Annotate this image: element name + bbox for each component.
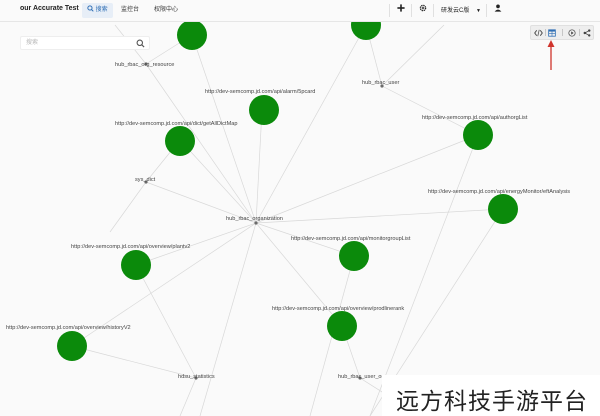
edge: [145, 63, 257, 224]
graph-search-box: [20, 36, 150, 50]
edge: [179, 377, 197, 416]
node-label: http://dev-semcomp.jd.com/api/alarm/5pca…: [205, 89, 315, 95]
edge: [255, 208, 504, 224]
play-button[interactable]: [567, 28, 576, 37]
top-nav-bar: our Accurate Test 搜索 监控台 权限中心 研发云C版 ▼: [0, 0, 600, 22]
search-icon[interactable]: [136, 39, 145, 48]
graph-node-api-dict[interactable]: [165, 126, 195, 156]
divider: [562, 29, 563, 36]
watermark: 远方科技手游平台: [382, 375, 600, 416]
user-menu-button[interactable]: [494, 4, 502, 17]
annotation-arrow: [547, 40, 555, 70]
view-table-button[interactable]: [547, 28, 556, 37]
graph-node-api-plant[interactable]: [121, 250, 151, 280]
view-code-button[interactable]: [534, 28, 543, 37]
graph-node-api-auth[interactable]: [463, 120, 493, 150]
graph-node-api-alarm[interactable]: [249, 95, 279, 125]
node-label: http://dev-semcomp.jd.com/api/overview/h…: [6, 325, 131, 331]
divider: [545, 29, 546, 36]
edge: [135, 264, 197, 379]
node-label: http://dev-semcomp.jd.com/api/overview/p…: [272, 306, 404, 312]
plus-icon: [397, 4, 405, 12]
app-title: our Accurate Test: [20, 5, 79, 12]
user-icon: [494, 4, 502, 12]
edge: [199, 222, 257, 416]
graph-node-api[interactable]: [177, 22, 207, 50]
edge: [255, 24, 367, 224]
tab-search[interactable]: 搜索: [82, 3, 113, 18]
edge: [109, 181, 147, 233]
tenant-label: 研发云C版: [441, 8, 470, 14]
graph-node-api-energy[interactable]: [488, 194, 518, 224]
share-icon: [583, 28, 590, 37]
table-icon: [547, 28, 556, 37]
search-input[interactable]: [26, 38, 131, 48]
code-icon: [534, 29, 543, 36]
edge: [191, 34, 257, 224]
graph-node-api-history[interactable]: [57, 331, 87, 361]
play-icon: [567, 28, 576, 37]
node-label: hdsu_statistics: [178, 374, 215, 380]
add-button[interactable]: [397, 4, 405, 17]
node-label: hub_rbac_user: [362, 80, 399, 86]
gear-icon: [419, 4, 427, 12]
edge: [255, 109, 263, 224]
node-label: hub_rbac_org_resource: [115, 62, 174, 68]
edges: [71, 24, 504, 416]
divider: [579, 29, 580, 36]
edge: [179, 139, 257, 224]
graph-node-api-prod[interactable]: [327, 311, 357, 341]
node-label: http://dev-semcomp.jd.com/api/energyMoni…: [428, 189, 570, 195]
graph-svg[interactable]: hub_rbac_org_resource hub_rbac_user http…: [0, 22, 600, 416]
node-label: hub_rbac_user_org: [338, 374, 387, 380]
graph-toolbar: [530, 25, 594, 40]
edge: [381, 24, 445, 87]
node-label: http://dev-semcomp.jd.com/api/monitorgro…: [291, 236, 411, 242]
tab-permissions-label: 权限中心: [154, 7, 179, 13]
edge: [381, 85, 479, 136]
node-label: http://dev-semcomp.jd.com/api/overview/p…: [71, 244, 190, 250]
divider: [411, 4, 412, 17]
settings-button[interactable]: [419, 4, 427, 17]
share-button[interactable]: [582, 28, 591, 37]
divider: [486, 4, 487, 17]
divider: [389, 4, 390, 17]
divider: [433, 4, 434, 17]
node-label: sys_dict: [135, 177, 156, 183]
graph-node-api-monitor[interactable]: [339, 241, 369, 271]
tenant-dropdown[interactable]: 研发云C版 ▼: [441, 5, 481, 18]
watermark-text: 远方科技手游平台: [396, 389, 588, 415]
tab-search-label: 搜索: [95, 7, 108, 13]
search-icon: [87, 5, 94, 12]
tab-monitor-label: 监控台: [121, 7, 140, 13]
node-label: http://dev-semcomp.jd.com/api/dict/getAl…: [115, 121, 238, 127]
graph-canvas[interactable]: hub_rbac_org_resource hub_rbac_user http…: [0, 22, 600, 416]
node-label: http://dev-semcomp.jd.com/api/authorgLis…: [422, 115, 528, 121]
edge: [255, 134, 479, 224]
caret-down-icon: ▼: [476, 8, 481, 14]
tab-permissions[interactable]: 权限中心: [149, 3, 183, 18]
tab-monitor[interactable]: 监控台: [116, 3, 144, 18]
graph-node-api[interactable]: [351, 22, 381, 40]
node-label: hub_rbac_organization: [226, 216, 283, 222]
